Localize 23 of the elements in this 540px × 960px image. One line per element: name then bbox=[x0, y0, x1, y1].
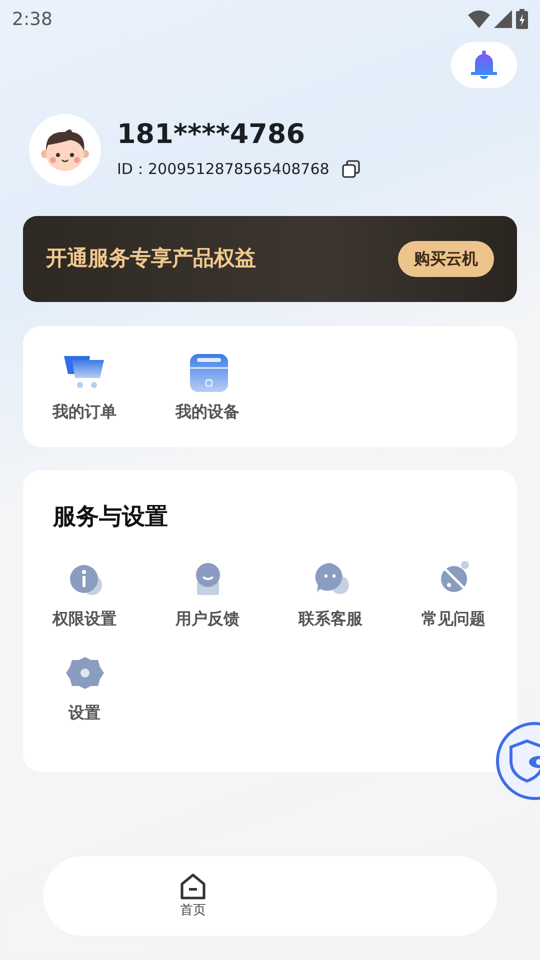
phone-number: 181****4786 bbox=[117, 120, 306, 150]
service-button[interactable]: 常见问题 bbox=[392, 558, 515, 630]
buy-cloud-phone-button[interactable]: 购买云机 bbox=[398, 241, 494, 277]
user-id-label: ID： bbox=[117, 158, 148, 180]
shortcut-button[interactable]: 我的订单 bbox=[23, 352, 146, 447]
shield-icon bbox=[509, 739, 540, 783]
copy-icon[interactable] bbox=[341, 158, 362, 179]
service-button[interactable]: 联系客服 bbox=[269, 558, 392, 630]
service-button[interactable]: 权限设置 bbox=[23, 558, 146, 630]
wifi-icon bbox=[468, 10, 490, 28]
section-title: 服务与设置 bbox=[52, 503, 169, 532]
notification-button[interactable] bbox=[451, 42, 517, 88]
user-id: 2009512878565408768 bbox=[148, 158, 330, 180]
service-button[interactable]: 设置 bbox=[23, 652, 146, 724]
home-icon bbox=[179, 872, 207, 901]
banner-title: 开通服务专享产品权益 bbox=[46, 245, 256, 272]
shortcut-button[interactable]: 我的设备 bbox=[146, 352, 269, 447]
nav-tab[interactable]: 首页 bbox=[179, 872, 207, 920]
battery-icon bbox=[516, 9, 528, 29]
status-time: 2:38 bbox=[12, 8, 52, 32]
service-button[interactable]: 用户反馈 bbox=[146, 558, 269, 630]
bell-icon bbox=[470, 50, 498, 80]
signal-icon bbox=[494, 10, 512, 28]
